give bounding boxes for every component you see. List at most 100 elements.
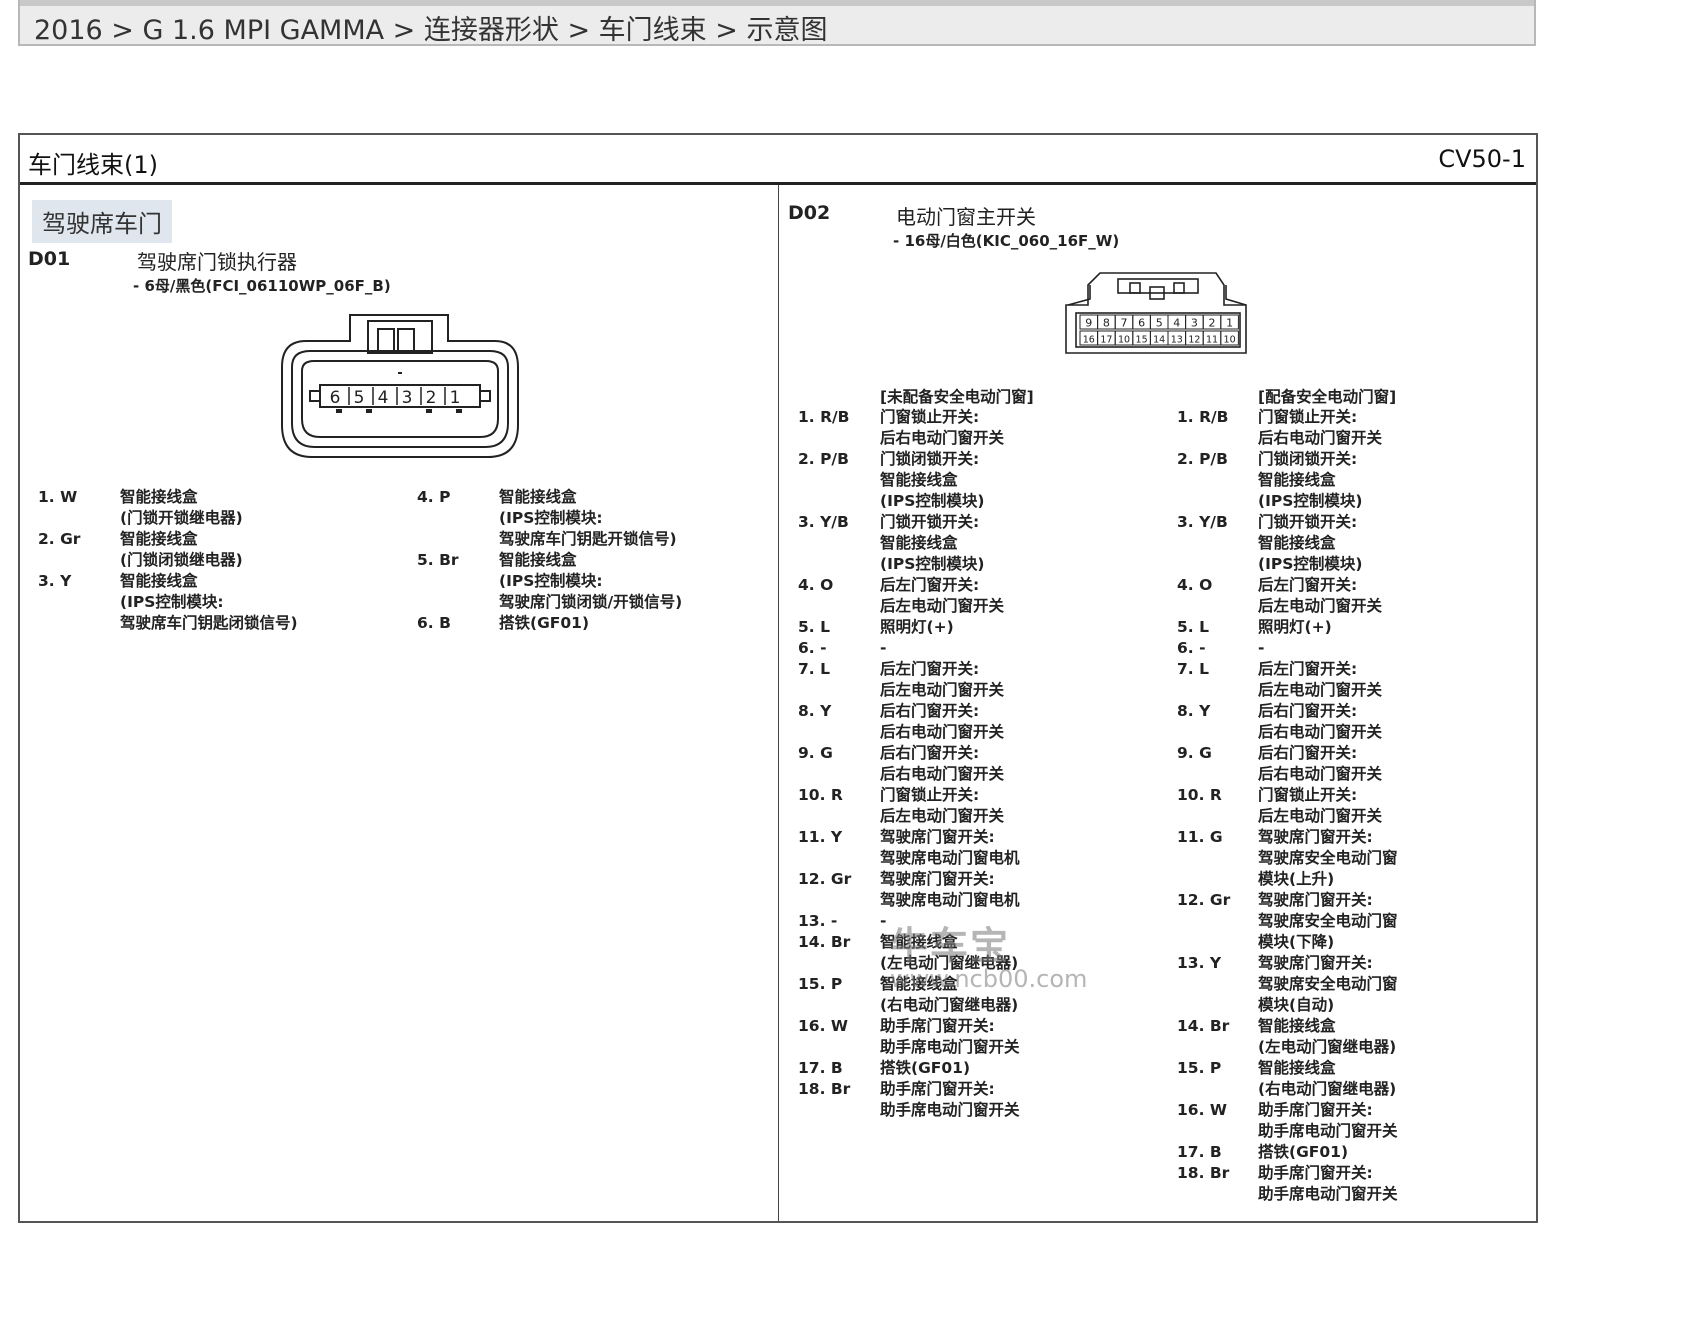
d02-left-pin-label: 10. R xyxy=(798,786,843,804)
d02-right-pin-label: 16. W xyxy=(1177,1101,1227,1119)
d01-pin-description: 智能接线盒 (门锁闭锁继电器) xyxy=(120,530,243,569)
d01-pin-label: 3. Y xyxy=(38,572,72,590)
d02-pin-number: 10 xyxy=(1118,335,1130,346)
d02-right-pin-label: 7. L xyxy=(1177,660,1209,678)
d02-left-pin-label: 7. L xyxy=(798,660,830,678)
d02-right-pin-description: 后左门窗开关: 后左电动门窗开关 xyxy=(1258,660,1383,699)
d02-id: D02 xyxy=(788,202,831,224)
d02-right-pin-description: 助手席门窗开关: 助手席电动门窗开关 xyxy=(1258,1164,1398,1203)
d02-right-pin-description: 照明灯(+) xyxy=(1258,618,1332,636)
d01-pin-description: 搭铁(GF01) xyxy=(499,614,590,632)
watermark-url: www.ncb00.com xyxy=(890,965,1088,993)
d02-pin-number: 8 xyxy=(1103,317,1110,330)
d01-pin-description: 智能接线盒 (IPS控制模块: 驾驶席门锁闭锁/开锁信号) xyxy=(499,551,683,611)
d02-right-pin-description: 后右门窗开关: 后右电动门窗开关 xyxy=(1258,702,1383,741)
d02-right-pin-label: 11. G xyxy=(1177,828,1223,846)
d02-pin-number: 5 xyxy=(1156,317,1163,330)
d01-pin-description: 智能接线盒 (门锁开锁继电器) xyxy=(120,488,243,527)
d02-spec: - 16母/白色(KIC_060_16F_W) xyxy=(893,232,1120,250)
d01-pin-number: 2 xyxy=(426,388,437,408)
page-title: 车门线束(1) xyxy=(28,151,158,179)
column-divider xyxy=(778,185,779,1221)
breadcrumb: 2016 > G 1.6 MPI GAMMA > 连接器形状 > 车门线束 > … xyxy=(34,15,828,46)
d02-left-pin-description: 门锁闭锁开关: 智能接线盒 (IPS控制模块) xyxy=(880,450,985,510)
d02-left-pin-label: 12. Gr xyxy=(798,870,852,888)
d02-right-pin-label: 2. P/B xyxy=(1177,450,1228,468)
d02-left-pin-description: 后左门窗开关: 后左电动门窗开关 xyxy=(880,576,1005,615)
d02-pin-number: 16 xyxy=(1083,335,1095,346)
d02-pin-number: 6 xyxy=(1138,317,1145,330)
d02-right-pin-label: 6. - xyxy=(1177,639,1206,657)
d02-pin-number: 10 xyxy=(1224,335,1236,346)
d02-left-pin-label: 15. P xyxy=(798,975,843,993)
d02-left-pin-description: 助手席门窗开关: 助手席电动门窗开关 xyxy=(880,1017,1020,1056)
d01-id: D01 xyxy=(28,248,71,270)
d02-pin-number: 4 xyxy=(1173,317,1180,330)
d02-right-pin-label: 18. Br xyxy=(1177,1164,1230,1182)
d02-right-pin-description: 门锁闭锁开关: 智能接线盒 (IPS控制模块) xyxy=(1258,450,1363,510)
d02-right-pin-label: 10. R xyxy=(1177,786,1222,804)
d02-right-pin-label: 8. Y xyxy=(1177,702,1211,720)
d02-left-pin-description: 助手席门窗开关: 助手席电动门窗开关 xyxy=(880,1080,1020,1119)
d01-name: 驾驶席门锁执行器 xyxy=(137,250,297,274)
d01-pin-number: 1 xyxy=(450,388,461,408)
d02-left-pin-label: 11. Y xyxy=(798,828,843,846)
d02-left-pin-description: 驾驶席门窗开关: 驾驶席电动门窗电机 xyxy=(880,870,1020,909)
d02-pin-number: 9 xyxy=(1085,317,1092,330)
d02-left-pin-label: 9. G xyxy=(798,744,833,762)
d02-left-pin-description: 驾驶席门窗开关: 驾驶席电动门窗电机 xyxy=(880,828,1020,867)
d01-pin-number: 3 xyxy=(402,388,413,408)
d02-left-pin-description: - xyxy=(880,912,887,930)
d01-pin-number: 4 xyxy=(378,388,389,408)
d01-pin-number: 6 xyxy=(330,388,341,408)
d02-right-pin-description: - xyxy=(1258,639,1265,657)
breadcrumb-bar: 2016 > G 1.6 MPI GAMMA > 连接器形状 > 车门线束 > … xyxy=(18,0,1536,46)
d01-pin-description: 智能接线盒 (IPS控制模块: 驾驶席车门钥匙开锁信号) xyxy=(499,488,677,548)
d02-left-pin-description: 门窗锁止开关: 后左电动门窗开关 xyxy=(880,786,1005,825)
d02-left-pin-label: 3. Y/B xyxy=(798,513,849,531)
d02-left-pin-label: 16. W xyxy=(798,1017,848,1035)
d01-pin-label: 5. Br xyxy=(417,551,459,569)
d02-left-heading: [未配备安全电动门窗] xyxy=(880,388,1034,406)
d02-left-pin-description: - xyxy=(880,639,887,657)
d02-left-pin-label: 4. O xyxy=(798,576,834,594)
d02-pin-number: 15 xyxy=(1136,335,1148,346)
d02-pin-number: 17 xyxy=(1100,335,1112,346)
d02-left-pin-label: 14. Br xyxy=(798,933,851,951)
page-code: CV50-1 xyxy=(1438,145,1526,173)
d02-right-pin-label: 4. O xyxy=(1177,576,1213,594)
d02-right-heading: [配备安全电动门窗] xyxy=(1258,388,1397,406)
d02-right-pin-label: 5. L xyxy=(1177,618,1209,636)
d02-right-pin-label: 3. Y/B xyxy=(1177,513,1228,531)
d02-right-pin-description: 驾驶席门窗开关: 驾驶席安全电动门窗 模块(上升) xyxy=(1258,828,1398,888)
d02-left-pin-label: 1. R/B xyxy=(798,408,850,426)
d01-pin-description: 智能接线盒 (IPS控制模块: 驾驶席车门钥匙闭锁信号) xyxy=(120,572,298,632)
d02-right-pin-description: 门窗锁止开关: 后右电动门窗开关 xyxy=(1258,408,1383,447)
d02-left-pin-label: 6. - xyxy=(798,639,827,657)
d01-spec: - 6母/黑色(FCI_06110WP_06F_B) xyxy=(133,277,391,295)
section-tab: 驾驶席车门 xyxy=(32,200,172,243)
d02-right-pin-label: 1. R/B xyxy=(1177,408,1229,426)
d02-left-pin-label: 17. B xyxy=(798,1059,843,1077)
d02-left-pin-description: 后左门窗开关: 后左电动门窗开关 xyxy=(880,660,1005,699)
d01-connector-diagram: 654321 xyxy=(281,314,519,458)
d02-left-pin-label: 13. - xyxy=(798,912,838,930)
d02-connector-diagram: 9 8 7 6 5 4 3 2 1 16 17 10 15 14 13 12 11 10 xyxy=(1065,272,1247,354)
d02-right-pin-label: 14. Br xyxy=(1177,1017,1230,1035)
d02-left-pin-description: 搭铁(GF01) xyxy=(880,1059,971,1077)
breadcrumb-top-line xyxy=(20,0,1534,6)
d02-pin-number: 2 xyxy=(1209,317,1216,330)
d02-right-pin-description: 助手席门窗开关: 助手席电动门窗开关 xyxy=(1258,1101,1398,1140)
d02-right-pin-description: 门锁开锁开关: 智能接线盒 (IPS控制模块) xyxy=(1258,513,1363,573)
document-header: 车门线束(1) CV50-1 xyxy=(20,135,1536,185)
d02-right-pin-description: 搭铁(GF01) xyxy=(1258,1143,1349,1161)
d01-pin-label: 4. P xyxy=(417,488,451,506)
d02-pin-number: 12 xyxy=(1188,335,1200,346)
d02-right-pin-description: 智能接线盒 (左电动门窗继电器) xyxy=(1258,1017,1397,1056)
d02-left-pin-label: 5. L xyxy=(798,618,830,636)
d02-left-pin-description: 后右门窗开关: 后右电动门窗开关 xyxy=(880,744,1005,783)
watermark-logo: 牛车宝 xyxy=(890,924,1011,968)
d02-pin-number: 3 xyxy=(1191,317,1198,330)
d02-pin-number: 14 xyxy=(1153,335,1165,346)
d02-left-pin-label: 8. Y xyxy=(798,702,832,720)
